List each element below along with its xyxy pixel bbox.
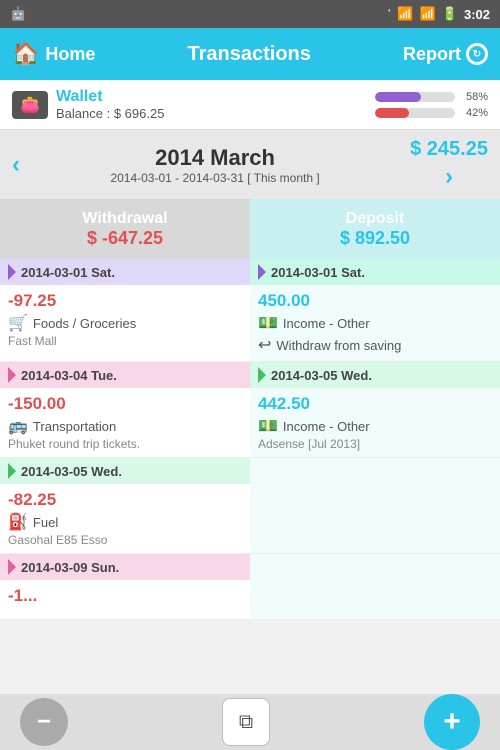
transaction-pair: -150.00 🚌 Transportation Phuket round tr… [0,388,500,458]
tx-note: Fast Mall [8,334,242,348]
date-label-left: 2014-03-09 Sun. [21,560,119,575]
tx-category-label: Income - Other [283,419,370,434]
month-range: 2014-03-01 - 2014-03-31 [ This month ] [110,171,319,185]
date-flag-icon [8,264,16,280]
top-navigation: 🏠 Home Transactions Report ↻ [0,28,500,80]
wifi-icon: 📶 [397,6,413,22]
status-time: 3:02 [464,7,490,22]
cart-icon: 🛒 [8,313,28,333]
minus-icon: − [37,708,51,736]
date-row: 2014-03-05 Wed. [0,458,500,484]
copy-button[interactable]: ⧉ [222,698,270,746]
plus-icon: + [443,705,461,739]
tx-amount: -82.25 [8,490,242,510]
android-icon: 🤖 [10,6,26,22]
bottom-bar: − ⧉ + [0,694,500,750]
wallet-icon: 👛 [12,91,48,119]
money-icon: 💵 [258,416,278,436]
next-month-button[interactable]: › [445,163,453,191]
month-navigation: ‹ 2014 March 2014-03-01 - 2014-03-31 [ T… [0,130,500,199]
battery-icon: 🔋 [442,6,458,22]
money-icon: 💵 [258,313,278,333]
bar-label-2: 42% [460,107,488,119]
bluetooth-icon: ʿ︎ [387,7,391,22]
date-flag-icon [8,559,16,575]
prev-month-button[interactable]: ‹ [12,151,20,179]
date-flag-icon [8,367,16,383]
tx-note: Adsense [Jul 2013] [258,437,492,451]
date-label-left: 2014-03-04 Tue. [21,368,117,383]
wallet-bars: 58% 42% [375,91,488,119]
date-label-left: 2014-03-01 Sat. [21,265,115,280]
report-button[interactable]: Report ↻ [403,43,488,65]
fuel-icon: ⛽ [8,512,28,532]
wallet-name: Wallet [56,88,164,106]
tx-amount: 442.50 [258,394,492,414]
date-label-right: 2014-03-01 Sat. [271,265,365,280]
month-title: 2014 March [110,145,319,171]
date-flag-icon [258,367,266,383]
withdrawal-amount: $ -647.25 [87,228,163,249]
tx-note: Gasohal E85 Esso [8,533,242,547]
date-flag-icon [258,264,266,280]
date-row: 2014-03-04 Tue. 2014-03-05 Wed. [0,362,500,388]
report-circle-icon: ↻ [466,43,488,65]
home-button[interactable]: 🏠 Home [12,41,95,67]
bar-fill-1 [375,92,421,102]
report-label: Report [403,44,461,65]
withdraw-icon: ↩ [258,335,271,355]
signal-icon: 📶 [420,6,436,22]
tx-category-label: Income - Other [283,316,370,331]
deposit-amount: $ 892.50 [340,228,410,249]
tx-note: Phuket round trip tickets. [8,437,242,451]
tx-amount: -1... [8,586,242,606]
month-amount: $ 245.25 [410,138,488,161]
date-label-left: 2014-03-05 Wed. [21,464,122,479]
wallet-section[interactable]: 👛 Wallet Balance : $ 696.25 58% 42% [0,80,500,130]
tx-amount: -150.00 [8,394,242,414]
summary-header: Withdrawal $ -647.25 Deposit $ 892.50 [0,199,500,259]
tx-category-label: Foods / Groceries [33,316,136,331]
bar-label-1: 58% [460,91,488,103]
date-flag-icon [8,463,16,479]
page-title: Transactions [188,43,311,66]
bar-fill-2 [375,108,409,118]
deposit-label: Deposit [346,210,405,228]
bar-track-2 [375,108,455,118]
home-icon: 🏠 [12,41,39,67]
date-label-right: 2014-03-05 Wed. [271,368,372,383]
tx-amount: 450.00 [258,291,492,311]
tx-amount: -97.25 [8,291,242,311]
bar-track-1 [375,92,455,102]
add-transaction-button[interactable]: + [424,694,480,750]
withdrawal-label: Withdrawal [82,210,167,228]
copy-icon: ⧉ [239,711,253,734]
transaction-pair: -97.25 🛒 Foods / Groceries Fast Mall 450… [0,285,500,362]
wallet-balance: Balance : $ 696.25 [56,106,164,121]
tx-category-label: Transportation [33,419,116,434]
subtract-button[interactable]: − [20,698,68,746]
date-row: 2014-03-09 Sun. [0,554,500,580]
transaction-pair: -1... [0,580,500,620]
date-row: 2014-03-01 Sat. 2014-03-01 Sat. [0,259,500,285]
status-bar: 🤖 ʿ︎ 📶 📶 🔋 3:02 [0,0,500,28]
tx-note: Withdraw from saving [276,338,401,353]
transaction-list: 2014-03-01 Sat. 2014-03-01 Sat. -97.25 🛒… [0,259,500,629]
transaction-pair: -82.25 ⛽ Fuel Gasohal E85 Esso [0,484,500,554]
home-label: Home [45,44,95,65]
bus-icon: 🚌 [8,416,28,436]
tx-category-label: Fuel [33,515,58,530]
